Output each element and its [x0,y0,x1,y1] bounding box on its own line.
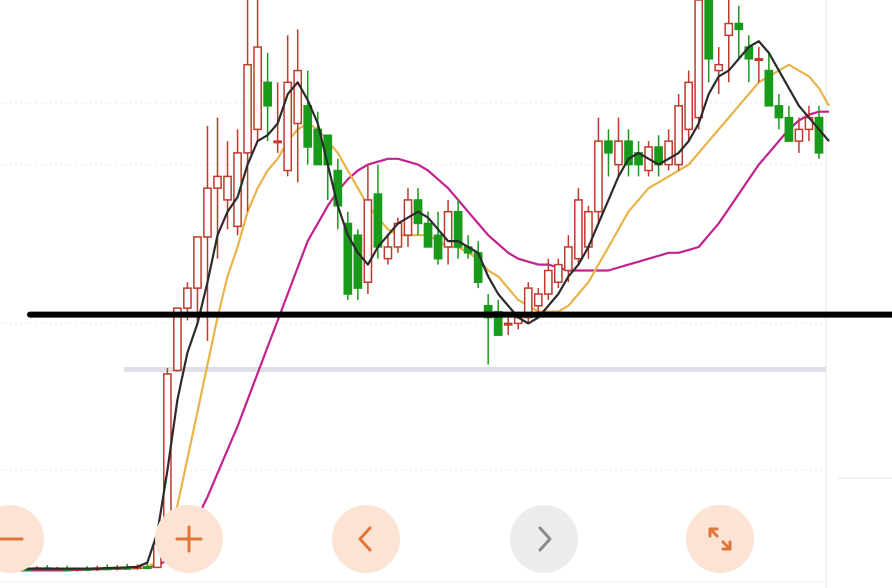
candle-up [193,236,202,289]
ma5-line [17,40,830,570]
candle-up [564,246,573,272]
candle-down [814,116,824,154]
candle-up [674,105,684,166]
next-button[interactable] [510,505,578,573]
candle-up [243,63,252,154]
candles-layer [12,0,824,573]
chart-grid [0,102,826,471]
plus-icon [175,525,203,553]
candle-up [724,22,734,37]
candle-up [503,322,513,326]
chevron-left-icon [358,526,372,552]
candle-down [142,566,152,570]
previous-button[interactable] [332,505,400,573]
ma5-layer [17,40,830,570]
candle-up [223,175,232,201]
candle-up [203,187,212,238]
expand-diagonal-icon [708,527,732,551]
candle-up [714,63,724,72]
candle-down [373,193,383,248]
candle-up [684,81,694,131]
fullscreen-button[interactable] [686,505,754,573]
candle-down [333,169,343,207]
candle-down [423,222,433,248]
candle-down [784,116,794,142]
candle-up [794,128,804,142]
candle-down [734,22,744,31]
candle-down [774,105,784,119]
candle-up [614,140,623,166]
candle-down [604,140,613,154]
candle-up [273,140,283,144]
ma20-line [17,110,829,572]
candle-up [383,246,393,260]
candle-down [704,0,714,60]
candle-up [553,263,563,283]
candle-up [363,199,373,283]
candle-up [183,287,192,309]
candle-down [263,81,272,107]
zoom-in-button[interactable] [155,505,223,573]
candle-up [694,0,704,119]
minus-icon [0,537,24,541]
candle-up [543,269,553,295]
candle-down [433,234,443,260]
chart-frame [0,0,892,588]
candle-up [533,293,543,307]
candle-up [594,140,603,213]
candle-up [253,46,262,131]
ma20-layer [17,110,829,572]
candlestick-chart [0,0,892,588]
candle-up [293,69,303,125]
candle-up [213,175,222,189]
candle-up [574,199,583,260]
candle-down [303,105,313,148]
candle-down [764,69,774,107]
chevron-right-icon [538,526,552,552]
candle-down [353,234,363,289]
candle-up [754,58,764,62]
